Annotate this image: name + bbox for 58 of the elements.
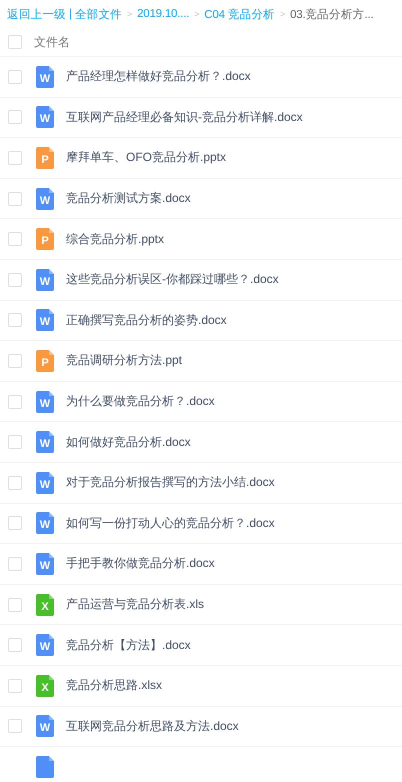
word-document-icon: W [36, 634, 54, 656]
file-name[interactable]: 摩拜单车、OFO竞品分析.pptx [66, 149, 226, 166]
file-name[interactable]: 竞品分析测试方案.docx [66, 190, 191, 208]
separator-icon: > [280, 9, 286, 19]
spreadsheet-file-icon: X [36, 594, 54, 616]
file-name[interactable]: 如何写一份打动人心的竞品分析？.docx [66, 514, 275, 532]
word-document-icon: W [36, 188, 54, 210]
row-checkbox[interactable] [8, 272, 22, 287]
presentation-file-icon: P [36, 146, 54, 169]
row-checkbox[interactable] [8, 192, 22, 206]
column-header: 文件名 [34, 34, 70, 50]
row-checkbox[interactable] [8, 678, 22, 693]
word-document-icon: W [36, 512, 54, 534]
file-name[interactable]: 竞品分析思路.xlsx [66, 677, 162, 694]
file-name[interactable]: 正确撰写竞品分析的姿势.docx [66, 312, 227, 329]
row-checkbox[interactable] [8, 110, 22, 124]
file-name[interactable]: 为什么要做竞品分析？.docx [66, 393, 215, 410]
row-checkbox[interactable] [8, 313, 22, 328]
select-all-checkbox[interactable] [8, 35, 22, 49]
word-document-icon: W [36, 472, 54, 494]
word-document-icon: W [36, 431, 54, 454]
file-name[interactable]: 竞品分析【方法】.docx [66, 636, 191, 654]
file-name[interactable]: 这些竞品分析误区-你都踩过哪些？.docx [66, 271, 279, 288]
separator-icon: > [127, 9, 132, 19]
row-checkbox[interactable] [8, 598, 22, 612]
row-checkbox[interactable] [8, 476, 22, 490]
word-document-icon: W [36, 66, 54, 88]
row-checkbox[interactable] [8, 719, 22, 734]
word-document-icon: W [36, 715, 54, 738]
file-name[interactable]: 互联网产品经理必备知识-竞品分析详解.docx [66, 108, 303, 126]
row-checkbox[interactable] [8, 150, 22, 165]
row-checkbox[interactable] [8, 232, 22, 246]
presentation-file-icon: P [36, 350, 54, 372]
row-checkbox[interactable] [8, 394, 22, 409]
file-name[interactable]: 产品经理怎样做好竞品分析？.docx [66, 68, 251, 86]
word-document-icon: W [36, 309, 54, 332]
divider: | [69, 8, 72, 20]
file-name[interactable]: 竞品调研分析方法.ppt [66, 352, 182, 370]
file-name[interactable]: 互联网竞品分析思路及方法.docx [66, 718, 239, 735]
spreadsheet-file-icon: X [36, 674, 54, 697]
presentation-file-icon: P [36, 228, 54, 250]
current-folder: 03.竞品分析方... [290, 7, 374, 22]
word-document-icon: W [36, 268, 54, 291]
file-name[interactable]: 产品运营与竞品分析表.xls [66, 596, 204, 614]
file-name[interactable]: 对于竞品分析报告撰写的方法小结.docx [66, 474, 275, 492]
word-document-icon: W [36, 390, 54, 413]
row-checkbox[interactable] [8, 354, 22, 368]
file-name[interactable]: 综合竞品分析.pptx [66, 230, 164, 248]
row-checkbox[interactable] [8, 556, 22, 571]
file-name[interactable]: 如何做好竞品分析.docx [66, 434, 191, 451]
row-checkbox[interactable] [8, 435, 22, 450]
separator-icon: > [194, 9, 200, 19]
row-checkbox[interactable] [8, 70, 22, 84]
word-document-icon: W [36, 552, 54, 575]
row-checkbox[interactable] [8, 638, 22, 652]
word-document-icon: W [36, 106, 54, 128]
file-name[interactable]: 手把手教你做竞品分析.docx [66, 555, 215, 572]
row-checkbox[interactable] [8, 516, 22, 530]
